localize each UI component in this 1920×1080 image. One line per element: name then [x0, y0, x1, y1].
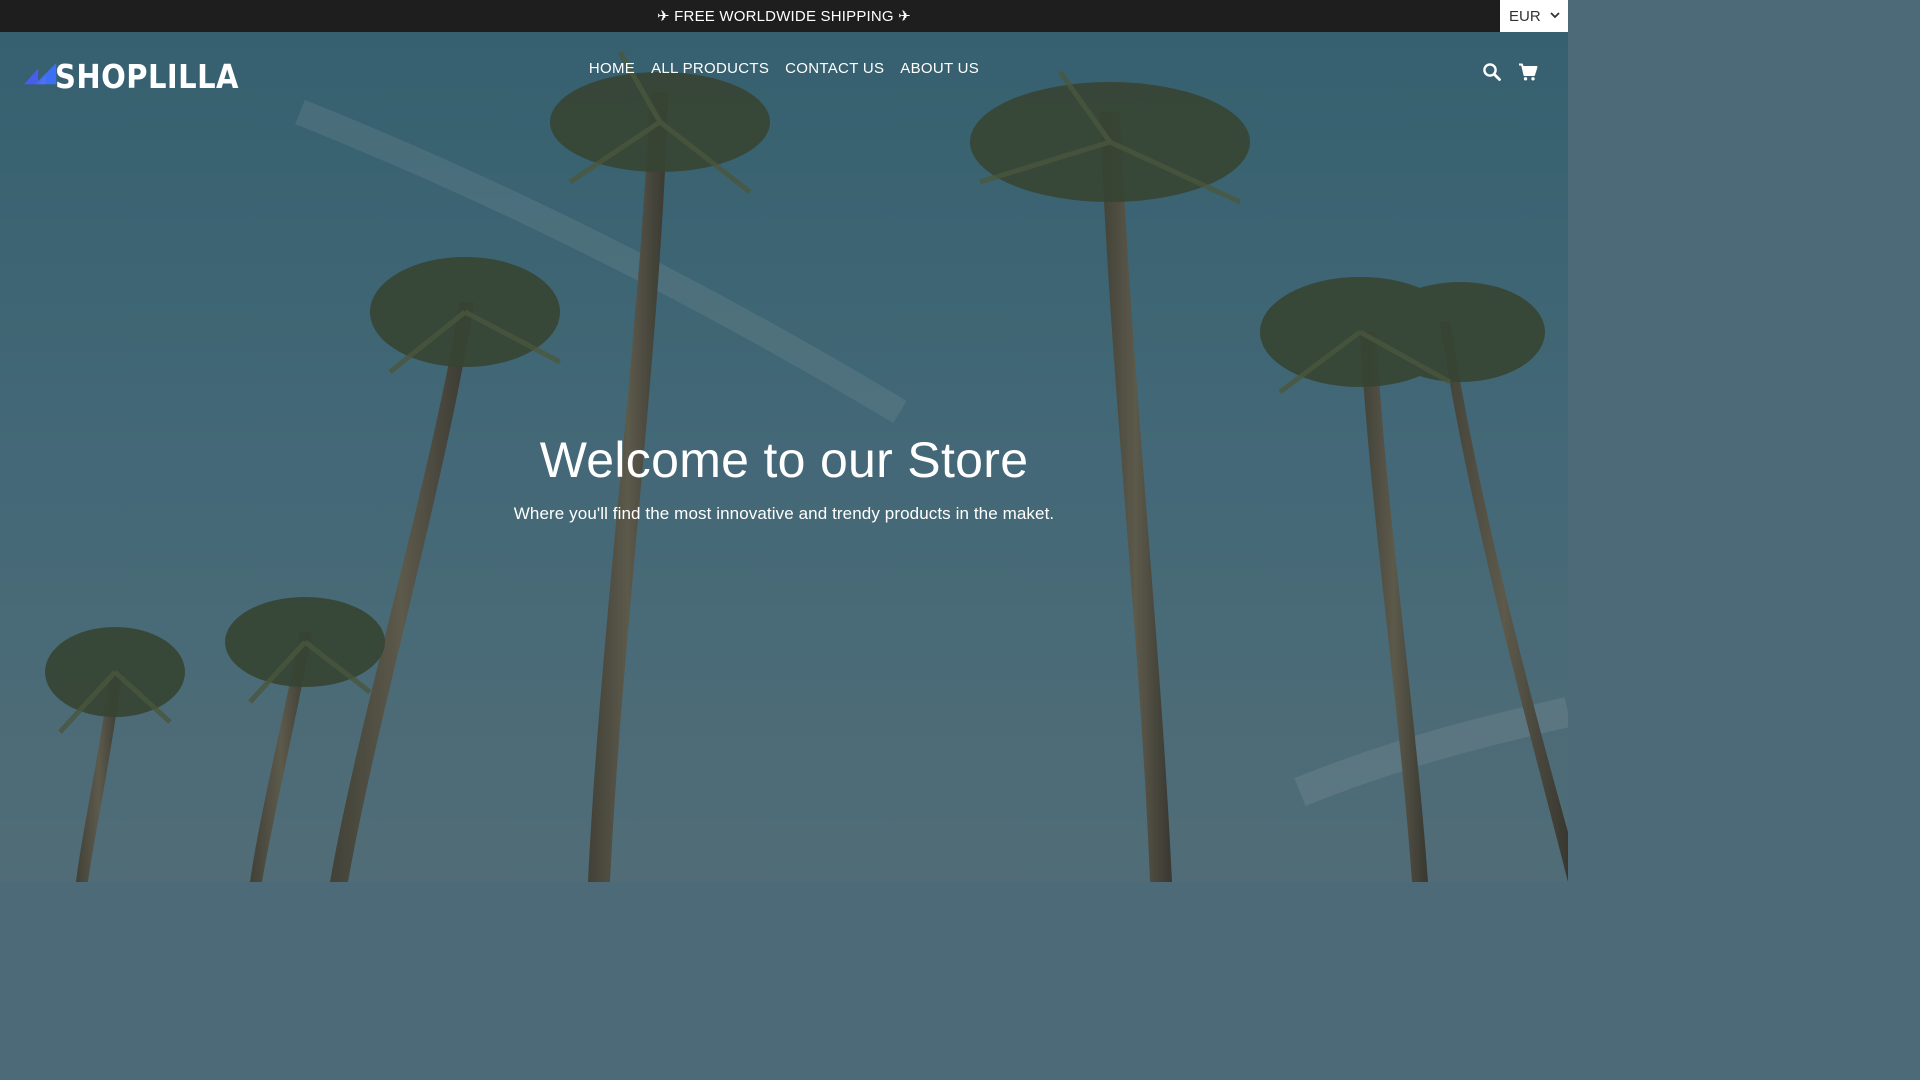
hero-content: Welcome to our Store Where you'll find t… — [0, 432, 1568, 524]
currency-selector[interactable]: EUR — [1500, 0, 1568, 32]
chevron-down-icon — [1550, 12, 1560, 19]
header-icons — [1482, 62, 1538, 82]
site-header: SHOPLILLA HOME ALL PRODUCTS CONTACT US A… — [0, 32, 1568, 114]
search-icon[interactable] — [1482, 62, 1502, 82]
nav-item-contact-us[interactable]: CONTACT US — [785, 60, 884, 77]
nav-item-home[interactable]: HOME — [589, 60, 635, 77]
hero-title: Welcome to our Store — [539, 432, 1029, 488]
nav-item-all-products[interactable]: ALL PRODUCTS — [651, 60, 769, 77]
currency-value: EUR — [1509, 7, 1541, 25]
nav-item-about-us[interactable]: ABOUT US — [900, 60, 979, 77]
cart-icon[interactable] — [1518, 62, 1538, 82]
announcement-text: ✈ FREE WORLDWIDE SHIPPING ✈ — [657, 8, 911, 25]
main-nav: HOME ALL PRODUCTS CONTACT US ABOUT US — [0, 60, 1568, 77]
announcement-bar: ✈ FREE WORLDWIDE SHIPPING ✈ EUR — [0, 0, 1568, 32]
hero-subtitle: Where you'll find the most innovative an… — [513, 503, 1055, 523]
